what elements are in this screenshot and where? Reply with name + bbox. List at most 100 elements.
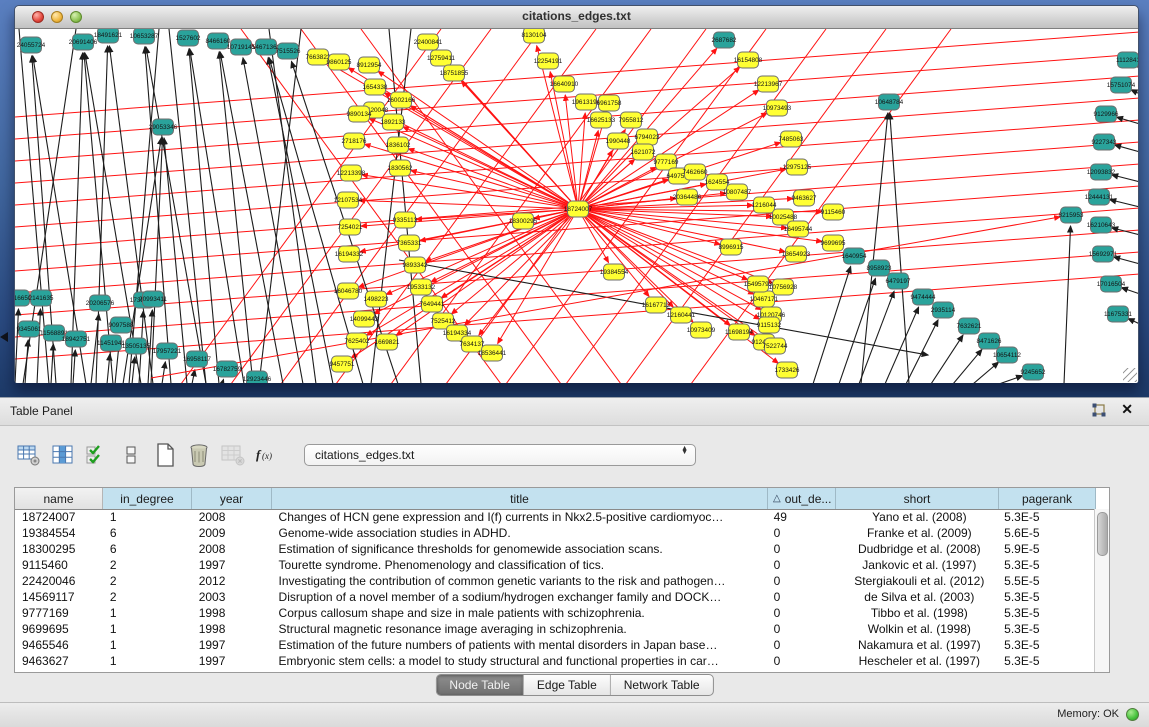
table-row[interactable]: 977716911998Corpus callosum shape and si… <box>15 605 1094 621</box>
column-header-in_degree[interactable]: in_degree <box>103 488 192 509</box>
network-node[interactable]: 9115132 <box>757 317 782 333</box>
table-select[interactable]: citations_edges.txt▲▼ <box>304 444 696 466</box>
network-node[interactable]: 7462660 <box>683 164 708 180</box>
network-node[interactable]: 12759411 <box>427 50 455 66</box>
network-node[interactable]: 9115460 <box>821 204 846 220</box>
network-edge[interactable] <box>362 175 578 209</box>
network-edge[interactable] <box>410 106 578 209</box>
network-node[interactable]: 11675331 <box>1104 306 1132 322</box>
network-edge[interactable] <box>578 209 761 310</box>
network-edge[interactable] <box>953 349 982 383</box>
network-node[interactable]: 15692971 <box>1089 246 1118 262</box>
row-tools-icon[interactable] <box>118 442 144 468</box>
new-table-file-icon[interactable] <box>152 442 178 468</box>
network-edge[interactable] <box>578 209 693 322</box>
network-edge[interactable] <box>37 309 40 383</box>
network-node[interactable]: 9893342 <box>403 257 428 273</box>
import-table-icon[interactable] <box>220 442 246 468</box>
network-node[interactable]: 20993411 <box>139 291 167 307</box>
network-node[interactable]: 16154808 <box>734 52 763 68</box>
network-node[interactable]: 18942751 <box>62 331 91 347</box>
network-edge[interactable] <box>931 335 963 383</box>
network-node[interactable]: 16002166 <box>387 92 416 108</box>
network-node[interactable]: 8130104 <box>522 29 547 43</box>
table-scrollbar[interactable] <box>1094 509 1109 672</box>
network-node[interactable]: 7515526 <box>276 43 301 59</box>
network-node[interactable]: 9227343 <box>1092 134 1117 150</box>
column-settings-icon[interactable] <box>50 442 76 468</box>
network-node[interactable]: 8996915 <box>719 239 744 255</box>
table-row[interactable]: 969969511998Structural magnetic resonanc… <box>15 621 1094 637</box>
network-node[interactable]: 9457751 <box>330 356 355 372</box>
float-panel-icon[interactable] <box>1091 403 1107 419</box>
table-row[interactable]: 946554611997Estimation of the future num… <box>15 637 1094 653</box>
network-node[interactable]: 1830562 <box>388 160 413 176</box>
network-node[interactable]: 15495793 <box>744 276 773 292</box>
network-edge[interactable] <box>1064 226 1071 383</box>
network-node[interactable]: 10807487 <box>723 184 752 200</box>
network-edge[interactable] <box>1131 90 1138 94</box>
network-node[interactable]: 1621072 <box>631 144 656 160</box>
network-edge[interactable] <box>973 362 999 383</box>
tab-node-table[interactable]: Node Table <box>436 675 524 695</box>
network-edge[interactable] <box>15 208 1138 293</box>
table-row[interactable]: 911546021997Tourette syndrome. Phenomeno… <box>15 557 1094 573</box>
network-node[interactable]: 7649441 <box>420 296 445 312</box>
network-edge[interactable] <box>15 76 1138 161</box>
network-node[interactable]: 1669821 <box>375 334 400 350</box>
function-builder-icon[interactable]: f(x) <box>254 442 280 468</box>
table-row[interactable]: 1938455462009Genome-wide association stu… <box>15 525 1094 541</box>
network-edge[interactable] <box>859 291 894 383</box>
network-node[interactable]: 9699695 <box>821 235 846 251</box>
table-settings-icon[interactable] <box>16 442 42 468</box>
network-node[interactable]: 16046780 <box>334 283 363 299</box>
network-node[interactable]: 12213398 <box>337 165 366 181</box>
network-node[interactable]: 2935114 <box>931 302 956 318</box>
network-edge[interactable] <box>192 370 195 383</box>
network-node[interactable]: 12444131 <box>1085 189 1114 205</box>
network-edge[interactable] <box>885 307 919 383</box>
network-edge[interactable] <box>839 278 875 383</box>
network-node[interactable]: 16958117 <box>183 351 211 367</box>
network-node[interactable]: 20206576 <box>86 295 115 311</box>
network-node[interactable]: 7625402 <box>345 333 370 349</box>
network-node[interactable]: 10467171 <box>750 291 779 307</box>
network-node[interactable]: 1733426 <box>775 362 800 378</box>
network-node[interactable]: 16625133 <box>587 112 616 128</box>
column-header-year[interactable]: year <box>192 488 272 509</box>
network-edge[interactable] <box>189 49 219 383</box>
network-node[interactable]: 2141635 <box>29 290 54 306</box>
network-node[interactable]: 9890134 <box>347 106 372 122</box>
network-edge[interactable] <box>25 340 28 383</box>
network-edge[interactable] <box>403 127 578 209</box>
network-node[interactable]: 6794023 <box>635 129 660 145</box>
network-node[interactable]: 16210643 <box>1087 217 1116 233</box>
network-node[interactable]: 16194332 <box>335 246 364 262</box>
network-graph[interactable]: 7663822986012589129541654338234200489890… <box>15 29 1138 383</box>
network-node[interactable]: 6961758 <box>597 95 622 111</box>
network-node[interactable]: 12213967 <box>754 76 783 92</box>
network-node[interactable]: 15751074 <box>1107 77 1136 93</box>
network-node[interactable]: 6479197 <box>886 273 911 289</box>
network-node[interactable]: 12975125 <box>783 159 812 175</box>
network-canvas[interactable]: 7663822986012589129541654338234200489890… <box>15 29 1138 383</box>
tab-edge-table[interactable]: Edge Table <box>524 675 611 695</box>
network-edge[interactable] <box>222 379 224 383</box>
column-header-title[interactable]: title <box>272 488 768 509</box>
network-edge[interactable] <box>84 53 113 383</box>
network-edge[interactable] <box>1112 175 1138 182</box>
network-node[interactable]: 18751855 <box>440 65 469 81</box>
network-node[interactable]: 9474444 <box>911 289 936 305</box>
network-edge[interactable] <box>129 29 159 383</box>
network-node[interactable]: 9129966 <box>1094 106 1119 122</box>
network-node[interactable]: 9335113 <box>393 212 418 228</box>
select-all-check-icon[interactable] <box>84 442 110 468</box>
column-header-out_de[interactable]: △out_de... <box>768 488 836 509</box>
network-node[interactable]: 18724007 <box>564 201 593 217</box>
table-row[interactable]: 1872400712008Changes of HCN gene express… <box>15 509 1094 525</box>
network-node[interactable]: 7955812 <box>619 112 644 128</box>
column-header-name[interactable]: name <box>15 488 103 509</box>
network-node[interactable]: 10653287 <box>130 29 159 44</box>
network-node[interactable]: 13505135 <box>122 338 151 354</box>
network-edge[interactable] <box>132 357 135 383</box>
